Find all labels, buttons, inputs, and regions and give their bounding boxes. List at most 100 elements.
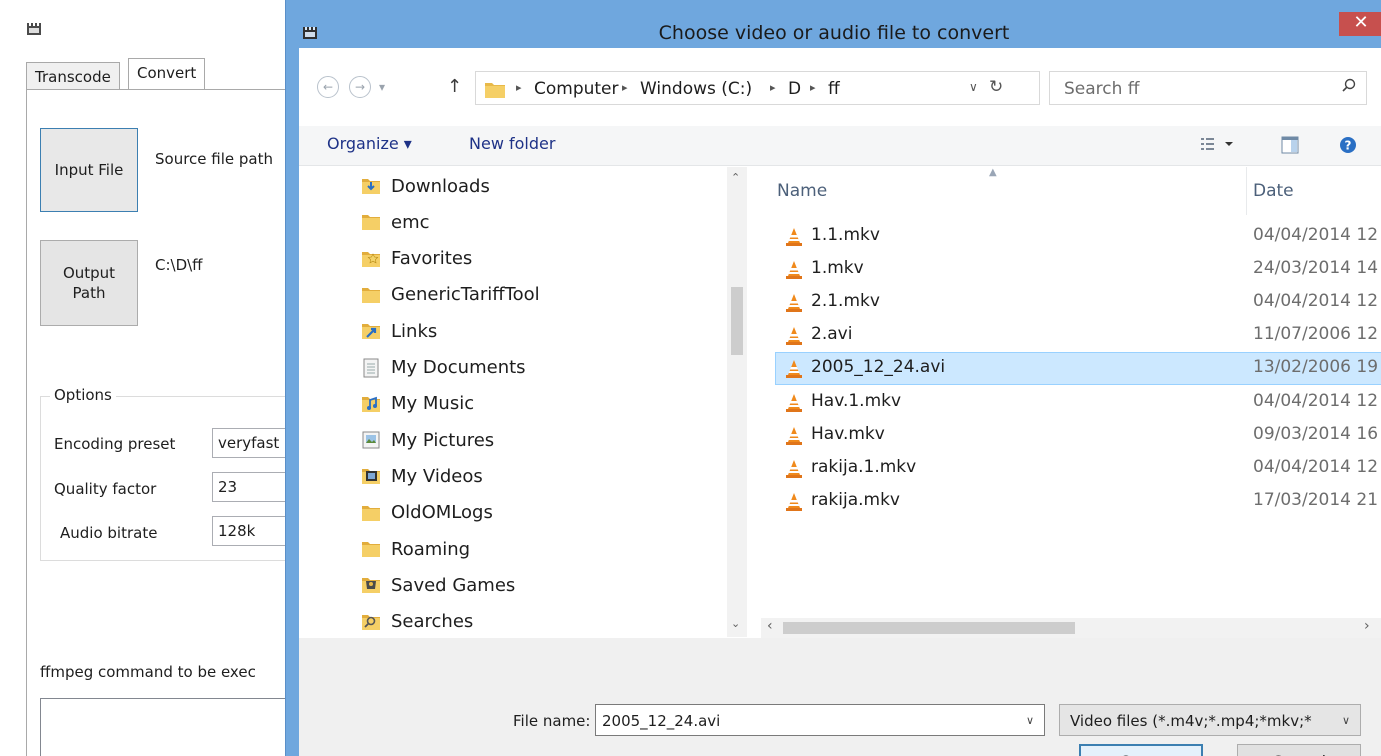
navigation-pane-scrollbar[interactable]: ⌃ ⌄ [727,167,747,637]
nav-item[interactable]: Downloads [361,169,490,203]
scroll-down-icon[interactable]: ⌄ [731,617,740,630]
view-options-icon[interactable] [1201,136,1237,156]
cancel-button[interactable]: Cancel [1237,744,1361,756]
scroll-left-icon[interactable]: ‹ [767,618,773,634]
breadcrumb-ff[interactable]: ff [828,79,840,99]
tab-transcode[interactable]: Transcode [26,62,120,92]
file-date-cell: 04/04/2014 12 [1253,390,1379,411]
file-list-horizontal-scrollbar[interactable]: ‹ › [761,618,1381,638]
nav-item-label: Roaming [391,538,471,560]
nav-item[interactable]: Favorites [361,242,472,276]
file-date-cell: 17/03/2014 21 [1253,489,1379,510]
nav-item[interactable]: My Music [361,387,474,421]
scroll-right-icon[interactable]: › [1364,618,1370,634]
nav-item-label: My Videos [391,465,483,487]
recent-locations-dropdown-icon[interactable]: ▾ [379,80,385,94]
nav-item[interactable]: My Documents [361,351,526,385]
file-name-input[interactable]: 2005_12_24.avi ∨ [595,704,1045,736]
nav-item-label: Favorites [391,248,473,270]
svg-text:?: ? [1345,139,1352,153]
file-row[interactable]: rakija.mkv 17/03/2014 21 [761,485,1381,518]
file-name-cell: rakija.mkv [811,489,900,510]
scrollbar-thumb[interactable] [731,287,743,355]
file-row[interactable]: 2.avi 11/07/2006 12 [761,319,1381,352]
options-group-title: Options [50,386,116,404]
refresh-icon[interactable]: ↻ [989,77,1003,97]
column-separator[interactable] [1246,167,1247,215]
file-list: Name ▲ Date 1.1.mkv 04/04/2014 12 1.mkv 24/… [761,167,1381,617]
file-date-cell: 24/03/2014 14 [1253,258,1379,279]
preview-pane-icon[interactable] [1281,136,1299,158]
up-level-icon[interactable]: ↑ [447,76,462,97]
file-name-cell: 1.1.mkv [811,225,880,245]
input-file-button[interactable]: Input File [40,128,138,212]
nav-item[interactable]: Roaming [361,532,470,566]
organize-menu[interactable]: Organize ▾ [327,134,412,153]
nav-item-label: Saved Games [391,574,516,596]
file-date-cell: 09/03/2014 16 [1253,423,1379,444]
file-name-dropdown-icon[interactable]: ∨ [1026,714,1034,727]
file-date-cell: 04/04/2014 12 [1253,225,1379,245]
file-row[interactable]: rakija.1.mkv 04/04/2014 12 [761,452,1381,485]
nav-item[interactable]: Links [361,314,437,348]
scroll-up-icon[interactable]: ⌃ [731,171,740,184]
file-name-cell: Hav.1.mkv [811,390,902,411]
nav-item-label: My Music [391,393,475,415]
search-icon[interactable] [1342,78,1356,96]
address-folder-icon [484,79,506,103]
dialog-body: ← → ▾ ↑ ▸ Computer ▸ Windows (C:) ▸ D ▸ … [299,48,1381,756]
new-folder-button[interactable]: New folder [469,134,555,153]
back-button[interactable]: ← [317,76,339,98]
nav-item[interactable]: emc [361,205,430,239]
ffmpeg-command-textbox[interactable] [40,698,300,756]
folder-icon [361,285,381,305]
open-button[interactable]: Open [1079,744,1203,756]
pictures-folder-icon [361,430,381,450]
saved-games-icon [361,575,381,595]
horizontal-scrollbar-thumb[interactable] [783,622,1075,634]
background-app-window: Transcode Convert Input File Source file… [0,0,316,756]
file-row[interactable]: Hav.mkv 09/03/2014 16 [761,419,1381,452]
dialog-titlebar[interactable]: Choose video or audio file to convert ✕ [286,0,1381,48]
file-row-selected[interactable]: 2005_12_24.avi 13/02/2006 19 [775,352,1381,386]
file-type-select[interactable]: Video files (*.m4v;*.mp4;*mkv;* ∨ [1059,704,1361,736]
column-header-name[interactable]: Name [777,181,827,201]
file-name-cell: 1.mkv [811,258,864,279]
breadcrumb-d[interactable]: D [788,79,801,99]
nav-item[interactable]: Searches [361,605,473,637]
file-date-cell: 04/04/2014 12 [1253,291,1379,312]
encoding-preset-label: Encoding preset [54,435,176,453]
help-icon[interactable]: ? [1339,136,1357,158]
address-dropdown-icon[interactable]: ∨ [969,80,978,94]
nav-item[interactable]: GenericTariffTool [361,278,540,312]
nav-item[interactable]: OldOMLogs [361,496,493,530]
file-row[interactable]: Hav.1.mkv 04/04/2014 12 [761,386,1381,419]
dialog-bottom-panel: File name: 2005_12_24.avi ∨ Video files … [299,638,1381,756]
file-date-cell: 11/07/2006 12 [1253,324,1379,345]
close-button[interactable]: ✕ [1339,12,1381,36]
output-path-button[interactable]: Output Path [40,240,138,326]
audio-bitrate-label: Audio bitrate [60,524,158,542]
forward-button[interactable]: → [349,76,371,98]
nav-item[interactable]: My Pictures [361,423,494,457]
breadcrumb-computer[interactable]: Computer [534,79,619,99]
column-header-date[interactable]: Date [1253,181,1294,201]
nav-item-label: OldOMLogs [391,502,493,524]
breadcrumb-windows-c[interactable]: Windows (C:) [640,79,752,99]
sort-ascending-icon: ▲ [989,167,997,178]
file-row[interactable]: 1.mkv 24/03/2014 14 [761,253,1381,286]
tab-convert[interactable]: Convert [128,58,206,90]
nav-item[interactable]: My Videos [361,459,483,493]
file-row[interactable]: 1.1.mkv 04/04/2014 12 [761,220,1381,253]
file-row[interactable]: 2.1.mkv 04/04/2014 12 [761,286,1381,319]
back-arrow-icon: ← [322,80,334,94]
file-type-dropdown-icon: ∨ [1342,714,1351,727]
search-box[interactable]: Search ff [1049,71,1367,105]
breadcrumb-separator-icon: ▸ [516,81,522,94]
close-icon: ✕ [1353,12,1369,33]
pane-splitter[interactable] [747,167,761,637]
nav-item[interactable]: Saved Games [361,568,515,602]
music-folder-icon [361,394,381,414]
favorites-folder-icon [361,249,381,269]
address-bar[interactable]: ▸ Computer ▸ Windows (C:) ▸ D ▸ ff ∨ ↻ [475,71,1040,105]
